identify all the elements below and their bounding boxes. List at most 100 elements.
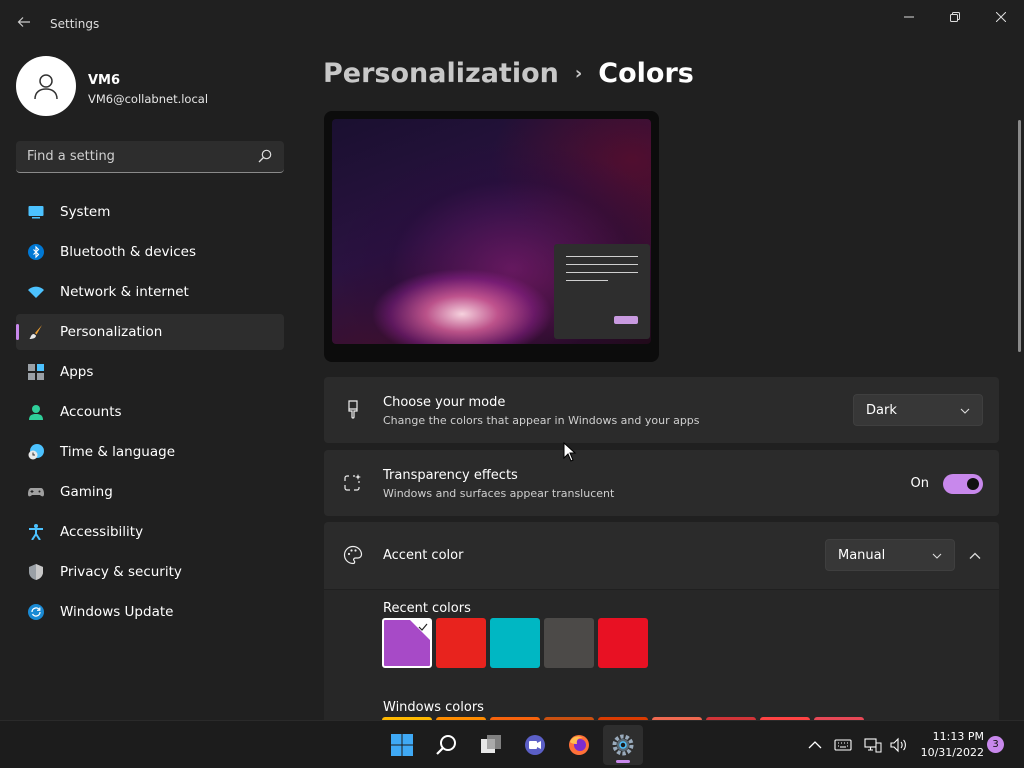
chat-button[interactable] — [515, 725, 555, 765]
sidebar-item-label: Bluetooth & devices — [60, 244, 197, 260]
page-title: Colors — [598, 58, 694, 89]
preview-window — [554, 244, 650, 339]
theme-preview — [324, 111, 659, 362]
scrollbar[interactable] — [1018, 120, 1021, 352]
settings-gear-icon — [612, 734, 634, 756]
recent-color-swatch[interactable] — [490, 618, 540, 668]
system-clock[interactable]: 11:13 PM 10/31/2022 — [914, 729, 984, 761]
close-button[interactable] — [978, 6, 1024, 28]
transparency-card: Transparency effects Windows and surface… — [324, 450, 999, 516]
accent-dropdown-value: Manual — [838, 548, 886, 563]
search-input[interactable] — [16, 141, 246, 172]
preview-wallpaper — [332, 119, 651, 344]
mode-title: Choose your mode — [383, 395, 506, 410]
user-icon — [34, 74, 58, 100]
accounts-icon — [29, 405, 43, 420]
start-button[interactable] — [382, 725, 422, 765]
breadcrumb: Personalization › Colors — [323, 58, 694, 89]
sidebar-item-label: Gaming — [60, 484, 113, 500]
apps-icon — [28, 364, 44, 380]
sidebar-item-personalization[interactable]: Personalization — [16, 314, 284, 350]
settings-app-button[interactable] — [603, 725, 643, 765]
minimize-icon — [904, 16, 914, 18]
network-icon[interactable] — [864, 736, 882, 754]
recent-color-swatch[interactable] — [382, 618, 432, 668]
windows-colors-title: Windows colors — [383, 700, 484, 715]
mode-card: Choose your mode Change the colors that … — [324, 377, 999, 443]
breadcrumb-separator: › — [574, 63, 583, 84]
recent-color-swatch[interactable] — [598, 618, 648, 668]
sidebar-item-time-language[interactable]: Time & language — [16, 434, 284, 470]
user-profile[interactable]: VM6 VM6@collabnet.local — [16, 56, 296, 118]
sidebar-item-label: Time & language — [60, 444, 176, 460]
recent-colors-title: Recent colors — [383, 601, 471, 616]
mode-description: Change the colors that appear in Windows… — [383, 414, 700, 427]
task-view-button[interactable] — [471, 725, 511, 765]
title-bar: Settings — [0, 0, 1024, 48]
sidebar-item-network[interactable]: Network & internet — [16, 274, 284, 310]
sidebar-item-label: Accounts — [60, 404, 122, 420]
system-icon — [28, 206, 44, 219]
mouse-cursor-icon — [563, 442, 577, 462]
accent-title: Accent color — [383, 548, 464, 563]
minimize-button[interactable] — [886, 6, 932, 28]
sidebar-item-gaming[interactable]: Gaming — [16, 474, 284, 510]
transparency-title: Transparency effects — [383, 468, 518, 483]
sidebar-item-system[interactable]: System — [16, 194, 284, 230]
preview-accent-button — [614, 316, 638, 324]
notification-badge[interactable]: 3 — [987, 736, 1004, 753]
accent-color-card[interactable]: Accent color Manual — [324, 522, 999, 589]
sidebar-item-privacy[interactable]: Privacy & security — [16, 554, 284, 590]
chevron-down-icon — [960, 408, 970, 414]
sidebar-nav: System Bluetooth & devices Network & int… — [16, 194, 284, 634]
sidebar-item-label: Apps — [60, 364, 94, 380]
transparency-state-label: On — [910, 476, 929, 491]
firefox-button[interactable] — [559, 725, 599, 765]
recent-colors — [382, 618, 648, 668]
paintbrush-outline-icon — [348, 400, 358, 419]
window-title: Settings — [50, 17, 100, 31]
chevron-up-icon[interactable] — [806, 736, 824, 754]
sidebar-item-windows-update[interactable]: Windows Update — [16, 594, 284, 630]
sidebar-item-apps[interactable]: Apps — [16, 354, 284, 390]
sidebar-item-accessibility[interactable]: Accessibility — [16, 514, 284, 550]
firefox-icon — [569, 735, 589, 755]
update-icon — [28, 604, 44, 620]
bluetooth-icon — [28, 244, 44, 260]
transparency-toggle[interactable] — [943, 474, 983, 494]
sidebar-item-label: Accessibility — [60, 524, 144, 540]
sidebar-item-label: Windows Update — [60, 604, 174, 620]
checkmark-icon — [418, 623, 428, 631]
search-icon[interactable] — [258, 149, 272, 163]
recent-color-swatch[interactable] — [544, 618, 594, 668]
sidebar-item-label: Network & internet — [60, 284, 189, 300]
keyboard-icon[interactable] — [834, 736, 852, 754]
mode-dropdown-value: Dark — [866, 403, 897, 418]
sidebar-item-label: Personalization — [60, 324, 163, 340]
close-icon — [996, 12, 1006, 22]
gamepad-icon — [28, 488, 44, 497]
collapse-button[interactable] — [965, 546, 985, 566]
shield-icon — [29, 564, 43, 580]
mode-dropdown[interactable]: Dark — [853, 394, 983, 426]
sidebar-item-accounts[interactable]: Accounts — [16, 394, 284, 430]
restore-button[interactable] — [932, 6, 978, 28]
back-arrow-icon — [17, 17, 30, 27]
back-button[interactable] — [14, 14, 34, 34]
windows-start-icon — [391, 734, 413, 756]
sidebar-item-bluetooth[interactable]: Bluetooth & devices — [16, 234, 284, 270]
chevron-up-icon — [969, 552, 981, 559]
task-view-icon — [481, 735, 501, 753]
recent-color-swatch[interactable] — [436, 618, 486, 668]
clock-date: 10/31/2022 — [920, 746, 984, 759]
transparency-icon — [344, 474, 361, 491]
clock-globe-icon — [28, 444, 44, 460]
accessibility-icon — [29, 524, 43, 540]
volume-icon[interactable] — [890, 736, 908, 754]
taskbar-search-button[interactable] — [427, 725, 467, 765]
settings-search — [16, 141, 284, 173]
accent-mode-dropdown[interactable]: Manual — [825, 539, 955, 571]
active-app-indicator — [616, 760, 630, 763]
breadcrumb-parent[interactable]: Personalization — [323, 58, 559, 89]
restore-icon — [950, 12, 960, 22]
